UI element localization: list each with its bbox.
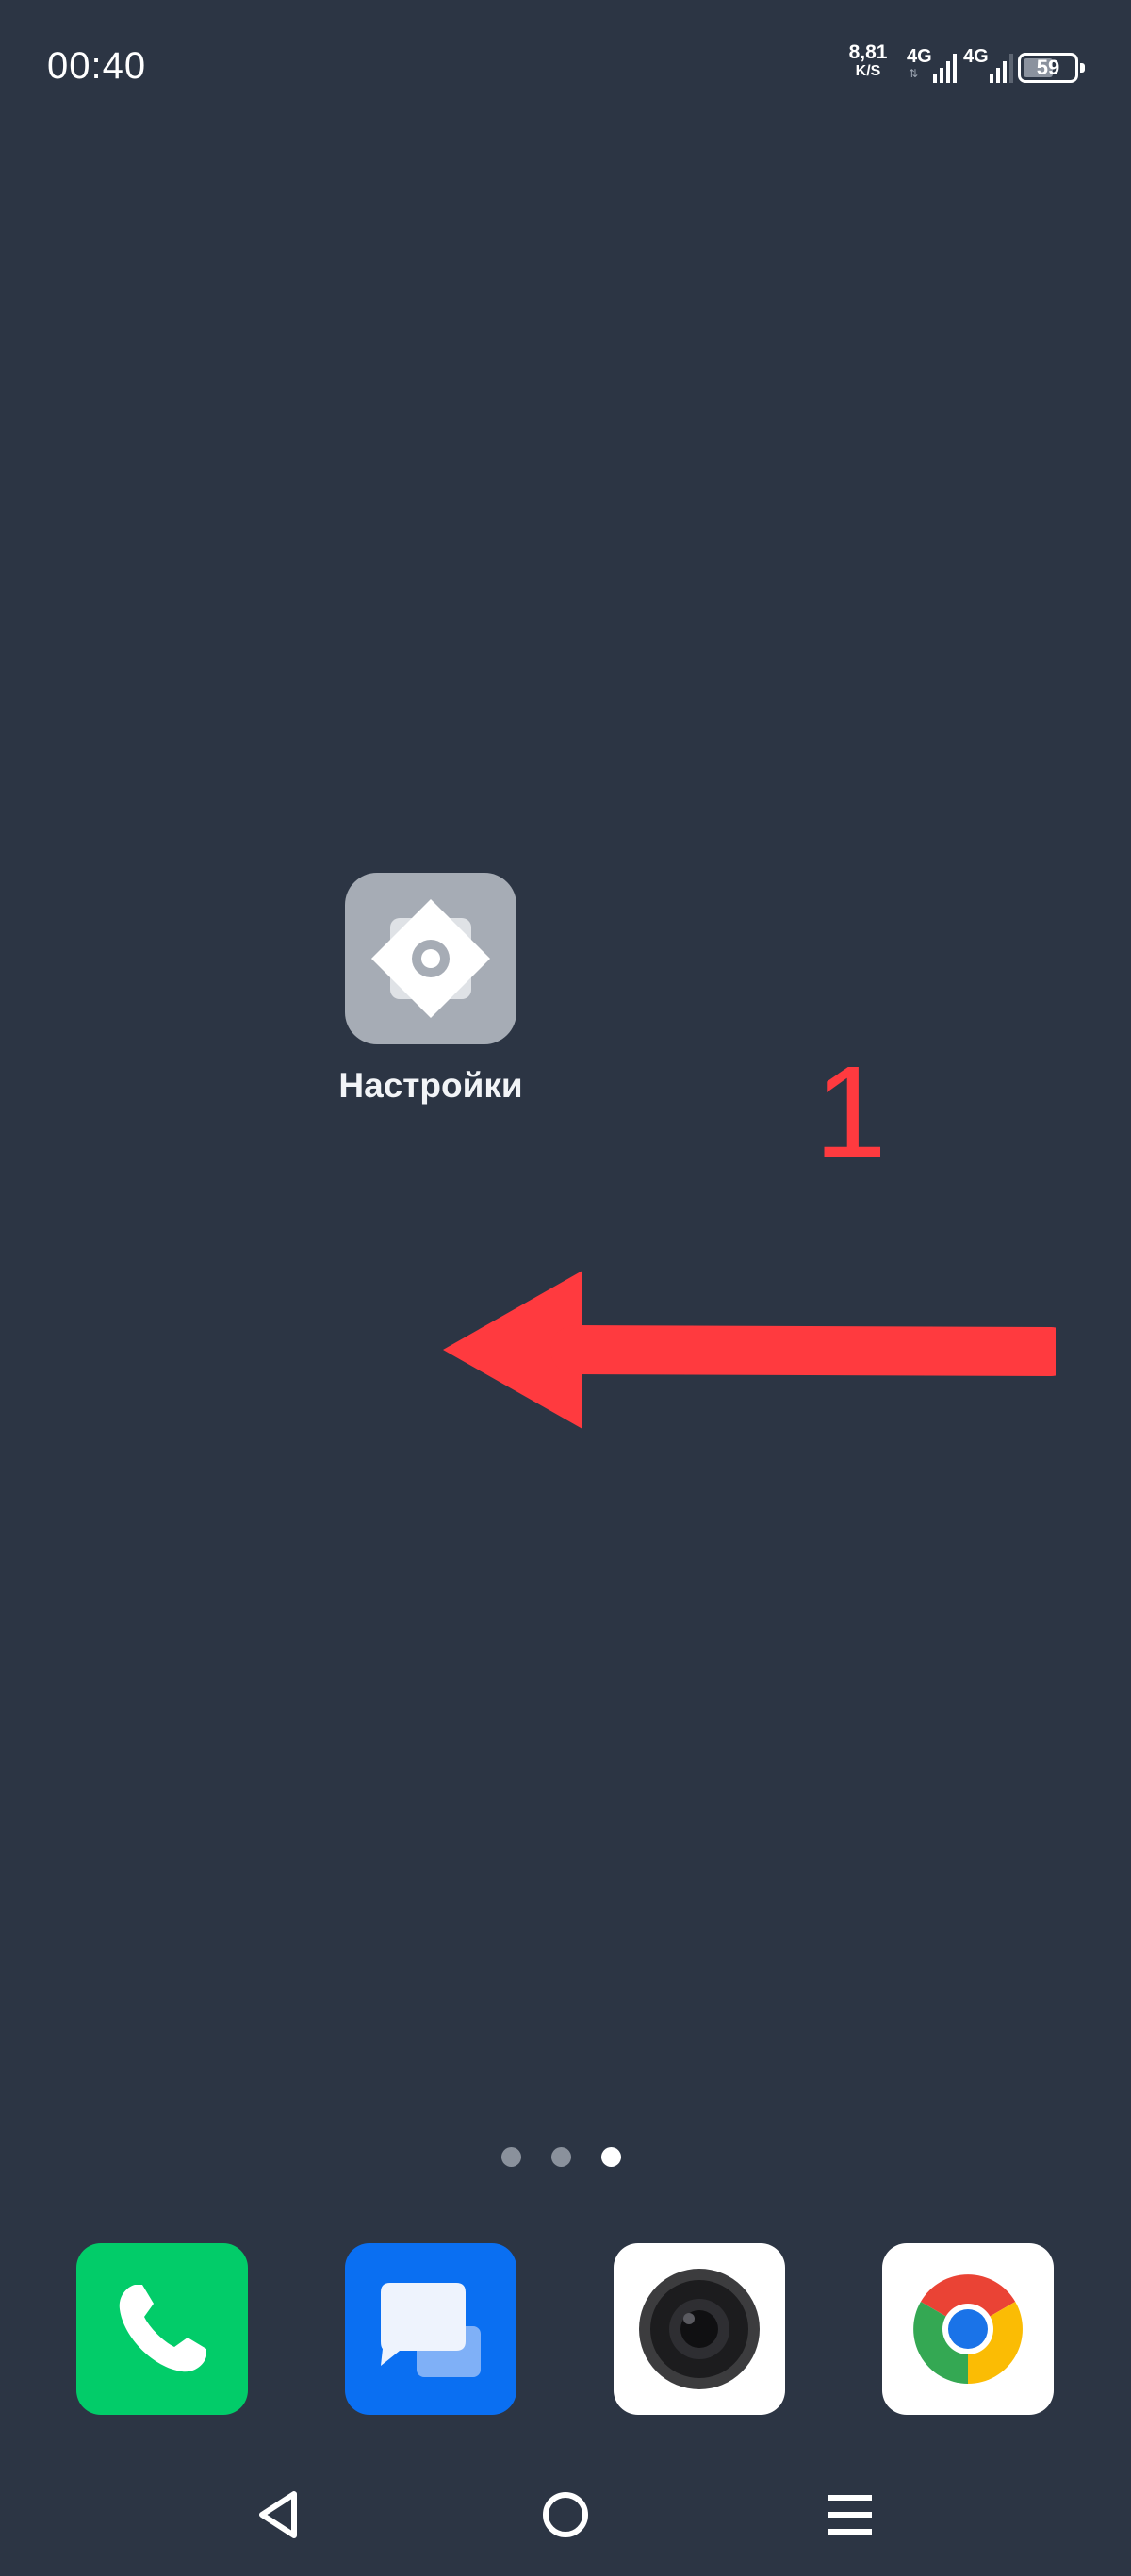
navigation-bar [0,2451,1131,2576]
back-icon [259,2491,297,2538]
data-arrows-icon: ⇅ [909,67,919,80]
network-speed-unit: K/S [855,63,881,79]
page-dot-3[interactable] [601,2147,621,2167]
nav-back-button[interactable] [241,2477,317,2552]
sim1-signal-icon: 4G ⇅ [907,47,958,85]
battery-icon: 59 [1018,53,1085,83]
swipe-left-arrow-icon [443,1271,1056,1429]
camera-app[interactable] [614,2243,785,2415]
phone-icon [119,2285,206,2372]
page-indicator [501,2147,633,2168]
settings-app-label: Настройки [338,1066,523,1105]
settings-app[interactable]: Настройки [308,873,553,1107]
nav-menu-button[interactable] [812,2477,888,2552]
status-bar: 00:40 8,81 K/S 4G ⇅ 4G 59 [0,0,1131,132]
chrome-app[interactable] [882,2243,1054,2415]
annotation-step-number: 1 [814,1040,887,1185]
page-dot-2[interactable] [551,2147,571,2167]
battery-percent: 59 [1036,56,1060,79]
page-dot-1[interactable] [501,2147,521,2167]
phone-app[interactable] [76,2243,248,2415]
camera-icon [639,2269,760,2389]
status-time: 00:40 [47,45,147,87]
messages-icon [381,2283,481,2377]
messages-app[interactable] [345,2243,516,2415]
settings-gear-icon[interactable] [345,873,516,1044]
network-speed: 8,81 K/S [844,41,892,81]
chrome-icon [913,2274,1023,2384]
network-speed-value: 8,81 [848,41,888,63]
nav-home-button[interactable] [528,2477,603,2552]
home-icon [543,2492,588,2537]
sim2-signal-icon: 4G [963,47,1014,85]
menu-icon [828,2495,872,2535]
